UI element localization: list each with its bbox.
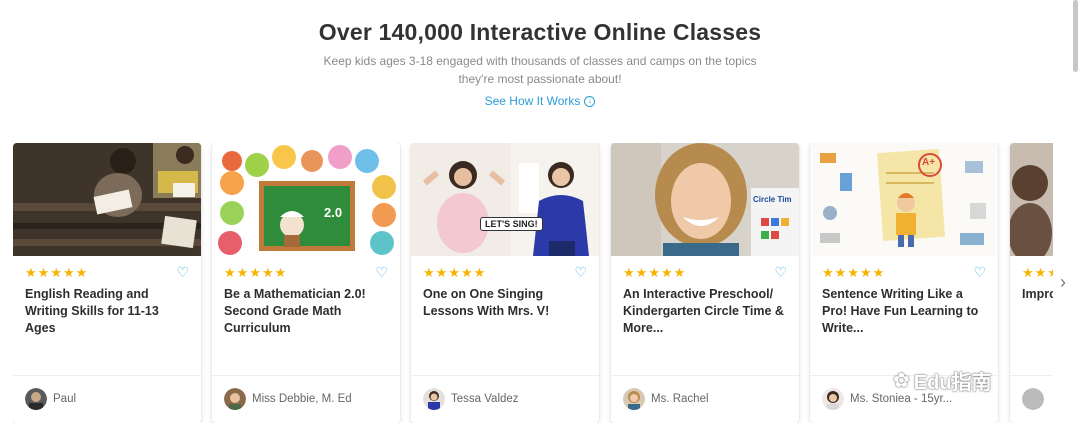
class-card[interactable]: LET'S SING! ★ ★ ★ ★ ★ ♡ One on One Singing L… — [411, 143, 599, 423]
heart-icon[interactable]: ♡ — [574, 264, 587, 281]
star-rating: ★★★★★ — [423, 266, 485, 280]
star-rating: ★★★★★ — [623, 266, 685, 280]
star-icon: ★ — [473, 265, 486, 280]
page-title: Over 140,000 Interactive Online Classes — [318, 19, 762, 45]
chevron-right-icon[interactable]: › — [1060, 272, 1066, 293]
star-icon: ★ — [1047, 266, 1053, 280]
heart-icon[interactable]: ♡ — [176, 264, 189, 281]
star-icon: ★ — [37, 265, 50, 280]
star-icon: ★ — [261, 265, 274, 280]
star-icon: ★ — [847, 265, 859, 280]
arrow-down-circle-icon: ↓ — [584, 95, 596, 107]
wechat-icon: ✿ — [893, 370, 910, 392]
avatar — [623, 388, 645, 410]
teacher-info[interactable] — [1022, 388, 1044, 410]
class-title: English Reading and Writing Skills for 1… — [25, 287, 159, 335]
teacher-info[interactable]: Miss Debbie, M. Ed — [224, 388, 352, 410]
star-icon: ★ — [75, 265, 88, 280]
avatar — [822, 388, 844, 410]
class-thumbnail: LET'S SING! — [411, 143, 599, 256]
star-rating: ★★★★★ — [25, 266, 87, 280]
math-board-text: 2.0 — [324, 205, 343, 220]
heart-icon[interactable]: ♡ — [774, 264, 787, 281]
star-icon: ★ — [236, 265, 249, 280]
class-title: Impro With Train — [1022, 287, 1053, 301]
teacher-name: Ms. Rachel — [651, 393, 709, 405]
star-icon: ★ — [448, 265, 460, 280]
class-thumbnail: Circle Tim — [611, 143, 799, 256]
star-icon: ★ — [635, 265, 648, 280]
avatar — [25, 388, 47, 410]
class-thumbnail: A+ — [810, 143, 998, 256]
star-icon: ★ — [859, 265, 872, 280]
circle-time-caption: Circle Tim — [753, 195, 792, 204]
star-icon: ★ — [872, 265, 885, 280]
watermark-text: Edu指南 — [913, 372, 992, 394]
class-thumbnail — [13, 143, 201, 256]
card-divider — [212, 375, 400, 376]
avatar — [224, 388, 246, 410]
avatar — [423, 388, 445, 410]
class-card[interactable]: Circle Tim ★ ★ ★ ★ ★ ♡ An Interactive Presch… — [611, 143, 799, 423]
star-icon: ★ — [1034, 265, 1047, 280]
teacher-name: Paul — [53, 393, 77, 405]
teacher-info[interactable]: Ms. Rachel — [623, 388, 709, 410]
star-icon: ★ — [435, 265, 448, 280]
page-scrollbar[interactable] — [1073, 0, 1078, 72]
star-icon: ★ — [1022, 265, 1034, 280]
teacher-name: Miss Debbie, M. Ed — [252, 393, 352, 405]
star-icon: ★ — [62, 265, 75, 280]
star-icon: ★ — [423, 265, 435, 280]
avatar — [1022, 388, 1044, 410]
star-rating: ★★★★★ — [224, 266, 286, 280]
class-thumbnail: 2.0 — [212, 143, 400, 256]
class-card[interactable]: ★★★★★ Impro With Train — [1010, 143, 1053, 423]
page-subtitle: Keep kids ages 3-18 engaged with thousan… — [323, 54, 757, 86]
star-icon: ★ — [660, 265, 673, 280]
star-icon: ★ — [224, 265, 236, 280]
teacher-name: Tessa Valdez — [451, 393, 519, 405]
class-title: Be a Mathematician 2.0! Second Grade Mat… — [224, 287, 366, 335]
card-divider — [411, 375, 599, 376]
teacher-info[interactable]: Tessa Valdez — [423, 388, 519, 410]
star-icon: ★ — [834, 265, 847, 280]
card-divider — [13, 375, 201, 376]
star-icon: ★ — [50, 265, 62, 280]
class-card[interactable]: ★ ★ ★ ★ ★ ♡ English Reading and Writing Skil… — [13, 143, 201, 423]
heart-icon[interactable]: ♡ — [973, 264, 986, 281]
star-icon: ★ — [274, 265, 287, 280]
see-how-it-works-link[interactable]: See How It Works ↓ — [485, 94, 596, 108]
teacher-info[interactable]: Paul — [25, 388, 76, 410]
grade-badge-text: A+ — [922, 157, 936, 168]
card-divider — [1010, 375, 1053, 376]
card-divider — [611, 375, 799, 376]
star-icon: ★ — [648, 265, 660, 280]
star-rating: ★★★★★ — [822, 266, 884, 280]
star-rating: ★★★★★ — [1022, 266, 1053, 280]
hero-section: Over 140,000 Interactive Online Classes … — [0, 0, 1080, 110]
class-title: Sentence Writing Like a Pro! Have Fun Le… — [822, 287, 979, 335]
star-icon: ★ — [673, 265, 686, 280]
star-icon: ★ — [249, 265, 261, 280]
class-card[interactable]: 2.0 ★ ★ ★ ★ ★ ♡ Be a Mathematician 2.0! Seco… — [212, 143, 400, 423]
star-icon: ★ — [460, 265, 473, 280]
lets-sing-caption: LET'S SING! — [480, 217, 543, 231]
star-icon: ★ — [25, 265, 37, 280]
class-thumbnail — [1010, 143, 1053, 256]
heart-icon[interactable]: ♡ — [375, 264, 388, 281]
class-title: An Interactive Preschool/ Kindergarten C… — [623, 287, 784, 335]
star-icon: ★ — [822, 265, 834, 280]
watermark: ✿ Edu指南 — [893, 366, 992, 395]
star-icon: ★ — [623, 265, 635, 280]
class-title: One on One Singing Lessons With Mrs. V! — [423, 287, 550, 318]
see-how-link-label: See How It Works — [484, 94, 581, 108]
